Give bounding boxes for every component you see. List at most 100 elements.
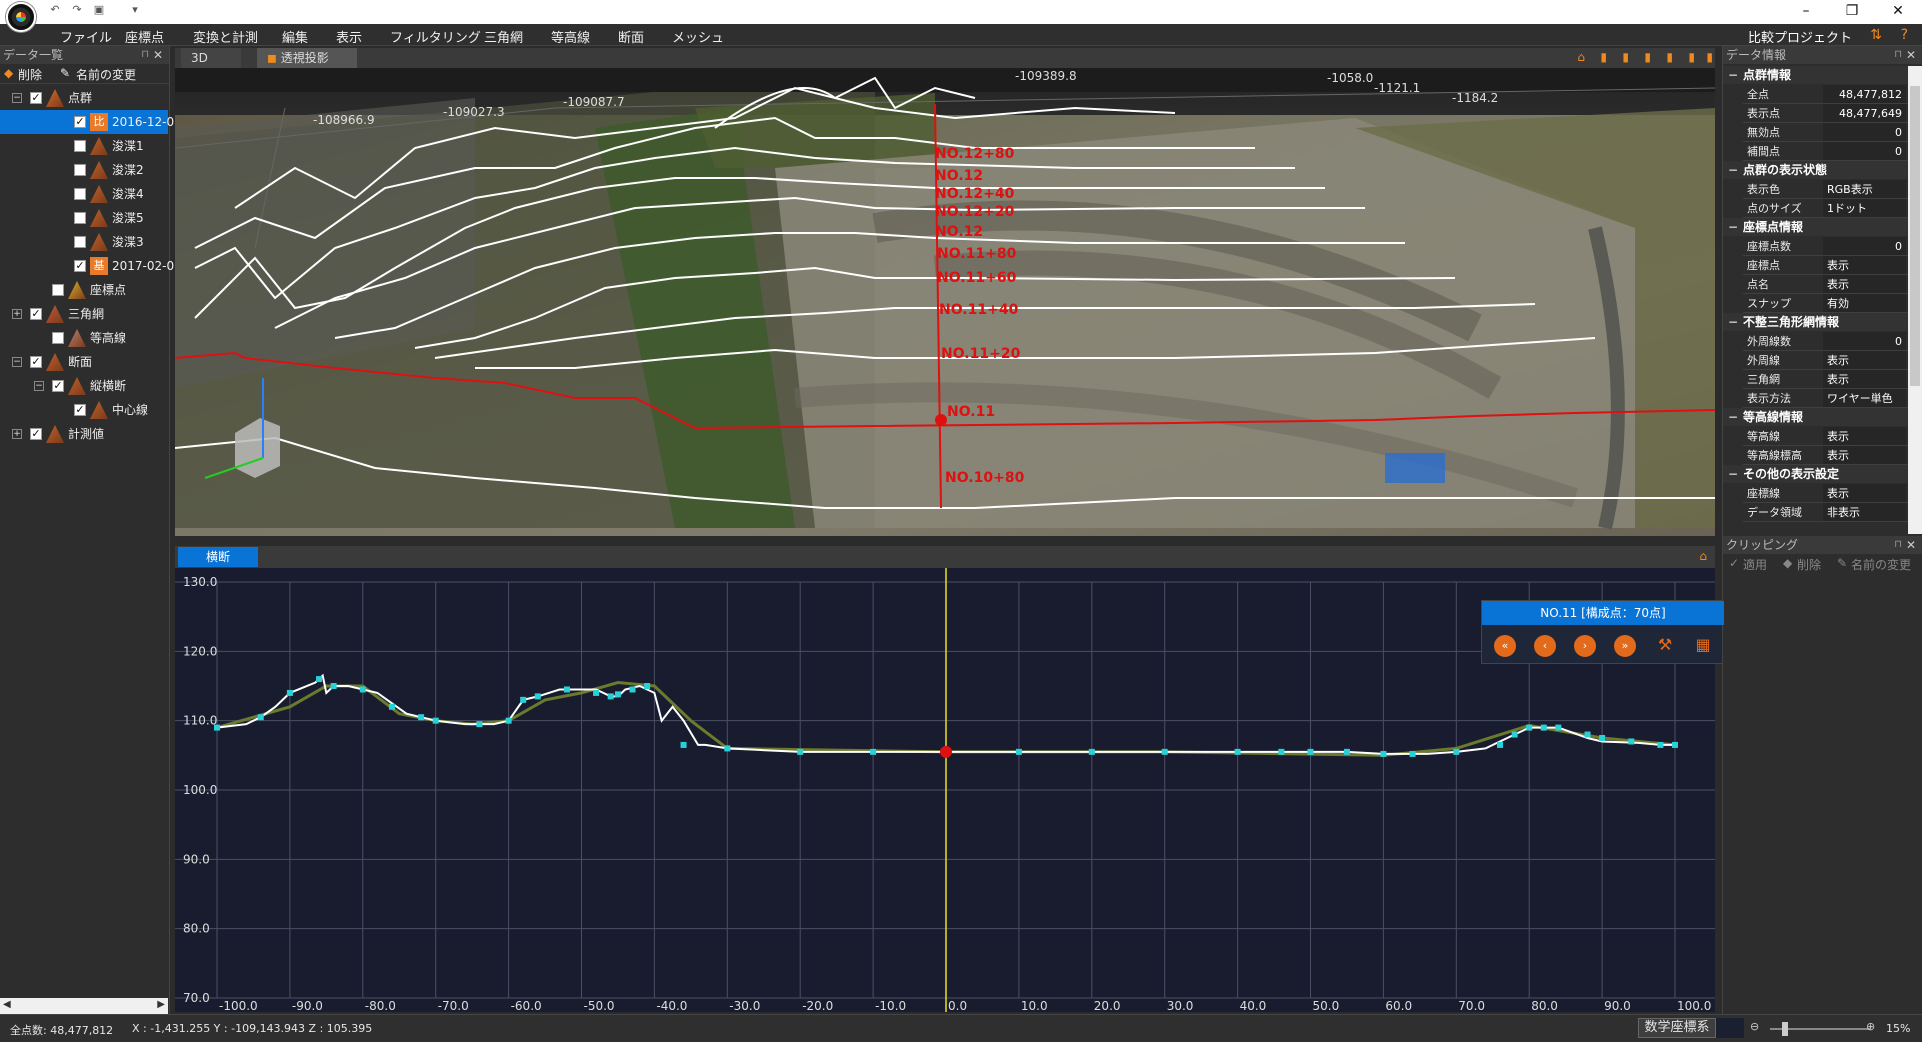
delete-button[interactable]: 削除 bbox=[18, 66, 42, 83]
property-value[interactable]: ワイヤー単色 bbox=[1823, 389, 1906, 407]
profile-point[interactable] bbox=[1088, 748, 1095, 755]
property-value[interactable]: 表示 bbox=[1823, 370, 1906, 388]
tree-checkbox[interactable] bbox=[52, 284, 64, 296]
scroll-right-icon[interactable]: ▶ bbox=[157, 999, 165, 1010]
property-value[interactable]: 0 bbox=[1823, 142, 1906, 160]
collapse-icon[interactable]: − bbox=[1728, 66, 1738, 84]
next-section-icon[interactable]: › bbox=[1574, 635, 1596, 657]
property-value[interactable]: 48,477,812 bbox=[1823, 85, 1906, 103]
property-value[interactable]: 表示 bbox=[1823, 256, 1906, 274]
collapse-icon[interactable]: − bbox=[12, 357, 22, 367]
scroll-thumb[interactable] bbox=[1910, 86, 1920, 386]
profile-point[interactable] bbox=[520, 696, 527, 703]
first-section-icon[interactable]: « bbox=[1494, 635, 1516, 657]
tree-item[interactable]: − ✓ 断面 bbox=[0, 350, 168, 374]
tree-checkbox[interactable] bbox=[74, 188, 86, 200]
property-value[interactable]: 48,477,649 bbox=[1823, 104, 1906, 122]
property-value[interactable]: 0 bbox=[1823, 332, 1906, 350]
center-point-marker[interactable] bbox=[940, 745, 952, 758]
profile-point[interactable] bbox=[1555, 724, 1562, 731]
tree-checkbox[interactable] bbox=[74, 140, 86, 152]
coordinate-system-button[interactable]: 数学座標系 bbox=[1638, 1018, 1716, 1038]
tree-item[interactable]: + ✓ 三角網 bbox=[0, 302, 168, 326]
profile-point[interactable] bbox=[505, 717, 512, 724]
previous-section-icon[interactable]: ‹ bbox=[1534, 635, 1556, 657]
expand-icon[interactable]: + bbox=[12, 309, 22, 319]
menu-view[interactable]: 表示 bbox=[336, 27, 362, 46]
scroll-left-icon[interactable]: ◀ bbox=[3, 999, 11, 1010]
profile-point[interactable] bbox=[330, 683, 337, 689]
redo-icon[interactable]: ↷ bbox=[66, 3, 88, 19]
view-iso-icon[interactable]: ▮ bbox=[1706, 50, 1713, 64]
view-back-icon[interactable]: ▮ bbox=[1644, 50, 1651, 64]
profile-point[interactable] bbox=[1015, 748, 1022, 755]
view-bottom-icon[interactable]: ▮ bbox=[1688, 50, 1695, 64]
property-value[interactable]: 1ドット bbox=[1823, 199, 1906, 217]
tree-checkbox[interactable]: ✓ bbox=[74, 404, 86, 416]
apply-button[interactable]: 適用 bbox=[1743, 556, 1767, 573]
tree-item[interactable]: 浚渫5 bbox=[0, 206, 168, 230]
tab-perspective[interactable]: ◼ 透視投影 bbox=[257, 48, 357, 68]
profile-point[interactable] bbox=[724, 745, 731, 752]
collapse-icon[interactable]: − bbox=[1728, 313, 1738, 331]
profile-point[interactable] bbox=[1278, 748, 1285, 755]
point-cloud-3d-view[interactable]: -108966.9 -109027.3 -109087.7 -109389.8 … bbox=[175, 68, 1715, 536]
property-value[interactable]: 0 bbox=[1823, 123, 1906, 141]
profile-point[interactable] bbox=[1409, 750, 1416, 757]
collapse-icon[interactable]: − bbox=[12, 93, 22, 103]
profile-point[interactable] bbox=[797, 748, 804, 755]
tree-checkbox[interactable]: ✓ bbox=[30, 308, 42, 320]
tree-item[interactable]: ✓ 基 2017-02-06 f bbox=[0, 254, 190, 278]
profile-point[interactable] bbox=[1511, 731, 1518, 738]
tree-checkbox[interactable] bbox=[74, 236, 86, 248]
profile-point[interactable] bbox=[1234, 748, 1241, 755]
zoom-slider[interactable] bbox=[1770, 1022, 1870, 1036]
profile-point[interactable] bbox=[870, 748, 877, 755]
sort-icon[interactable]: ⇅ bbox=[1870, 27, 1882, 43]
menu-transform[interactable]: 変換と計測 bbox=[193, 27, 258, 46]
tree-checkbox[interactable] bbox=[74, 164, 86, 176]
tree-item[interactable]: ✓ 比 2016-12-08 1 bbox=[0, 110, 193, 134]
profile-point[interactable] bbox=[534, 693, 541, 700]
profile-point[interactable] bbox=[286, 689, 293, 696]
pin-icon[interactable]: ⊓ bbox=[1894, 46, 1902, 64]
zoom-in-icon[interactable]: ⊕ bbox=[1866, 1020, 1875, 1033]
profile-point[interactable] bbox=[1540, 724, 1547, 731]
profile-point[interactable] bbox=[1161, 748, 1168, 755]
restore-icon[interactable]: ❐ bbox=[1829, 0, 1875, 24]
collapse-icon[interactable]: − bbox=[34, 381, 44, 391]
menu-file[interactable]: ファイル bbox=[60, 27, 112, 46]
property-value[interactable]: 表示 bbox=[1823, 275, 1906, 293]
property-value[interactable]: 表示 bbox=[1823, 351, 1906, 369]
tree-item[interactable]: 浚渫2 bbox=[0, 158, 168, 182]
menu-filtering[interactable]: フィルタリング bbox=[390, 27, 481, 46]
menu-mesh[interactable]: メッシュ bbox=[672, 27, 724, 46]
collapse-icon[interactable]: − bbox=[1728, 218, 1738, 236]
profile-point[interactable] bbox=[476, 721, 483, 728]
tree-item[interactable]: 浚渫3 bbox=[0, 230, 168, 254]
color-swatch[interactable] bbox=[1716, 1018, 1744, 1038]
profile-point[interactable] bbox=[1526, 724, 1533, 731]
profile-point[interactable] bbox=[1672, 741, 1678, 748]
tree-checkbox[interactable]: ✓ bbox=[30, 92, 42, 104]
profile-point[interactable] bbox=[1380, 750, 1387, 757]
property-value[interactable]: RGB表示 bbox=[1823, 180, 1906, 198]
home-view-icon[interactable]: ⌂ bbox=[1699, 549, 1707, 563]
tree-checkbox[interactable] bbox=[52, 332, 64, 344]
quick-access-dropdown-icon[interactable]: ▾ bbox=[124, 3, 146, 19]
profile-point[interactable] bbox=[629, 686, 636, 693]
close-icon[interactable]: ✕ bbox=[1875, 0, 1921, 24]
menu-edit[interactable]: 編集 bbox=[282, 27, 308, 46]
property-section-header[interactable]: − 点群情報 bbox=[1723, 66, 1908, 84]
tree-checkbox[interactable]: ✓ bbox=[30, 356, 42, 368]
collapse-icon[interactable]: − bbox=[1728, 161, 1738, 179]
delete-button[interactable]: 削除 bbox=[1797, 556, 1821, 573]
view-side-icon[interactable]: ▮ bbox=[1622, 50, 1629, 64]
app-logo[interactable] bbox=[6, 2, 36, 32]
expand-icon[interactable]: + bbox=[12, 429, 22, 439]
tree-checkbox[interactable]: ✓ bbox=[74, 116, 86, 128]
property-section-header[interactable]: − 不整三角形網情報 bbox=[1723, 313, 1908, 331]
help-icon[interactable]: ? bbox=[1901, 27, 1908, 43]
collapse-icon[interactable]: − bbox=[1728, 465, 1738, 483]
property-section-header[interactable]: − 点群の表示状態 bbox=[1723, 161, 1908, 179]
